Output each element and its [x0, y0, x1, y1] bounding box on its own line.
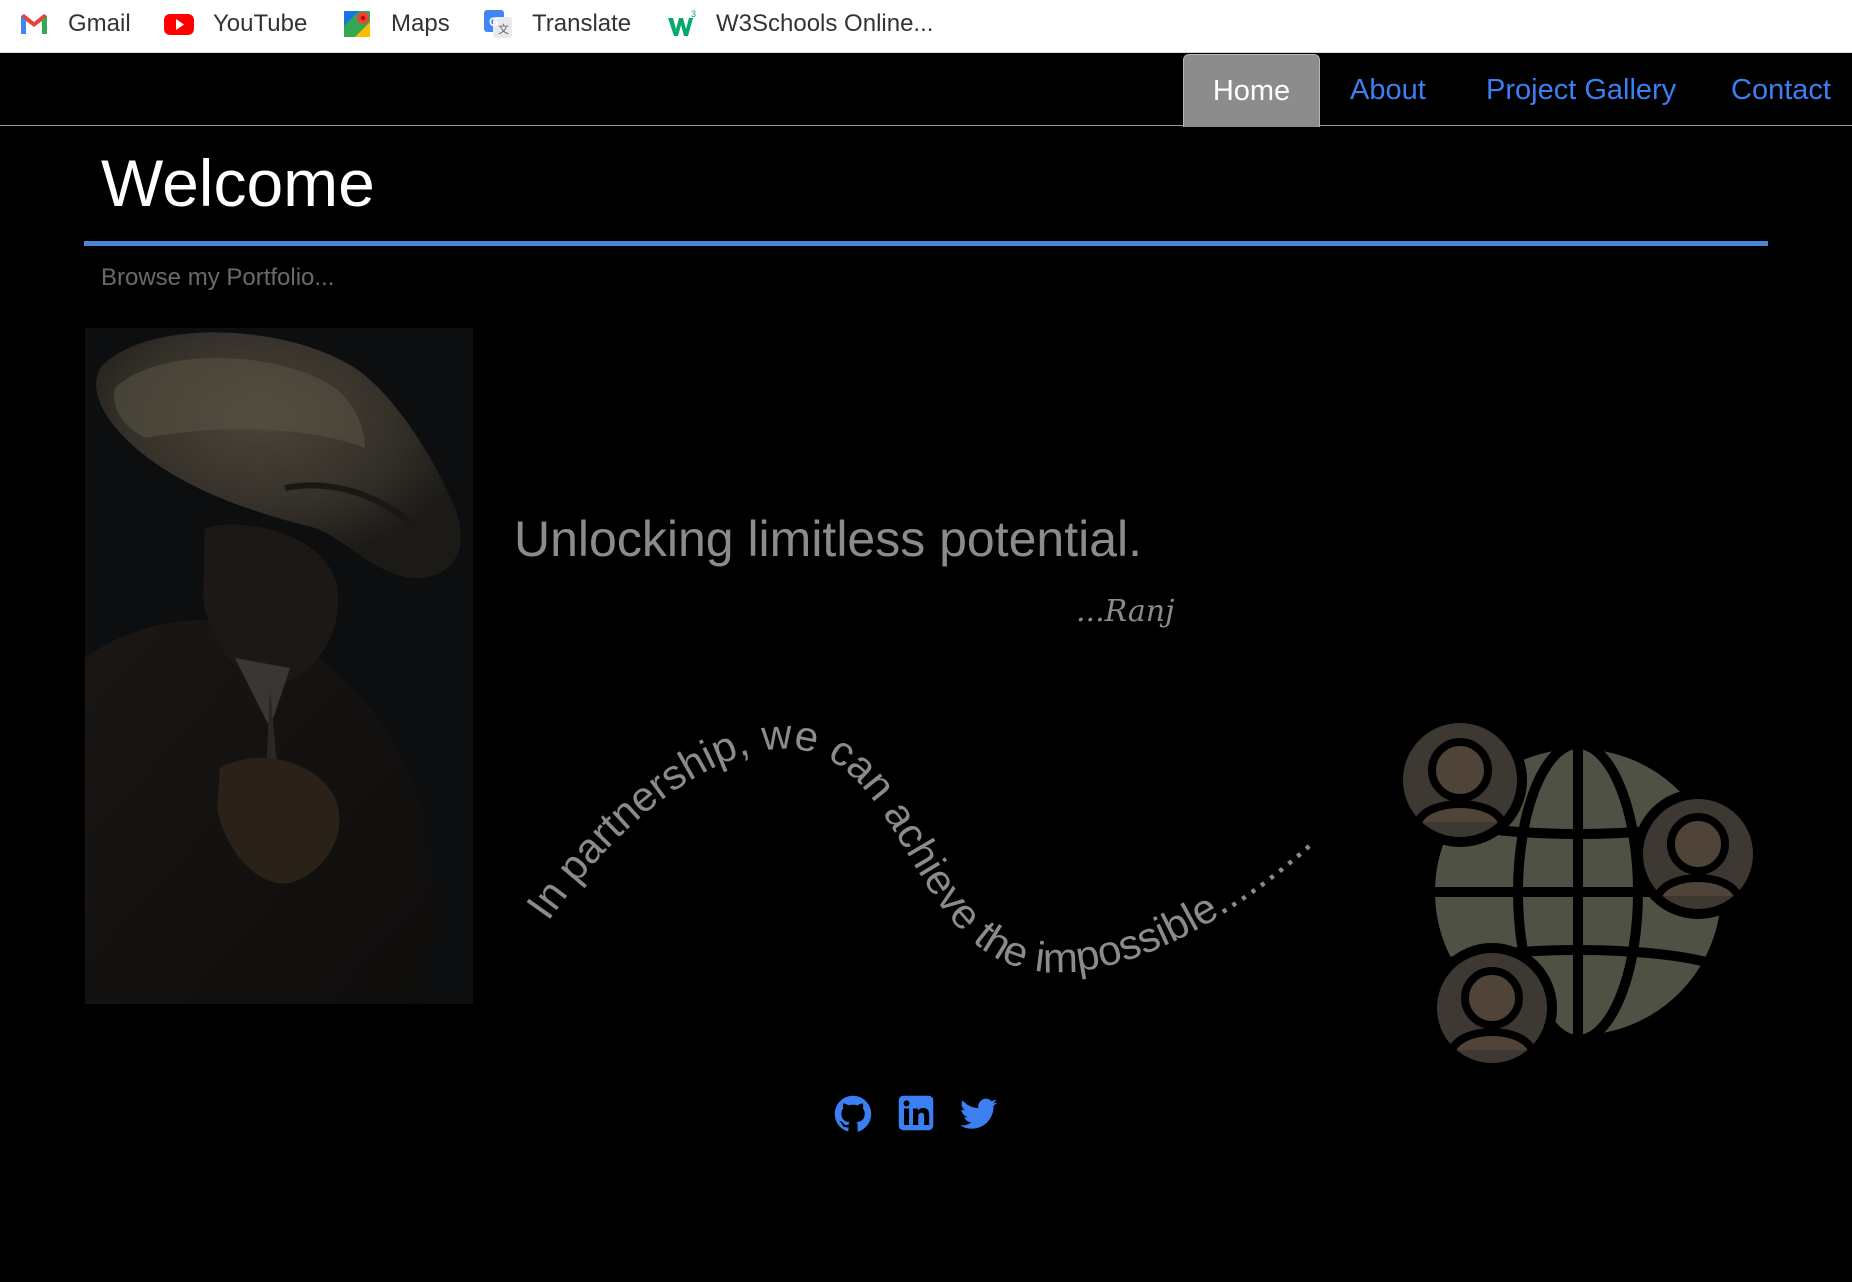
- bookmark-label: W3Schools Online...: [716, 10, 934, 37]
- bookmark-youtube[interactable]: YouTube: [163, 8, 307, 40]
- svg-text:G: G: [489, 15, 498, 29]
- page-title: Welcome: [101, 146, 375, 220]
- svg-text:文: 文: [498, 22, 509, 36]
- twitter-link[interactable]: [960, 1095, 998, 1133]
- bookmark-translate[interactable]: G 文 Translate: [482, 8, 631, 40]
- gmail-icon: [18, 8, 50, 40]
- bookmark-label: YouTube: [213, 10, 308, 37]
- hero-quote: Unlocking limitless potential.: [514, 511, 1143, 567]
- bookmarks-bar: Gmail YouTube Maps G 文 Translate 3 W3Sch…: [0, 0, 1852, 53]
- w3schools-icon: 3: [666, 8, 698, 40]
- svg-text:In partnership, we can achieve: In partnership, we can achieve the impos…: [517, 710, 1320, 982]
- maps-icon: [341, 8, 373, 40]
- translate-icon: G 文: [482, 8, 514, 40]
- bookmark-label: Gmail: [68, 10, 131, 37]
- svg-text:3: 3: [691, 9, 696, 19]
- portrait-image: [85, 328, 473, 1004]
- nav-about[interactable]: About: [1350, 54, 1426, 126]
- nav-project-gallery[interactable]: Project Gallery: [1486, 54, 1676, 126]
- page-subtitle: Browse my Portfolio...: [101, 264, 335, 291]
- nav-contact[interactable]: Contact: [1731, 54, 1831, 126]
- github-icon: [834, 1095, 872, 1132]
- bookmark-label: Translate: [532, 10, 632, 37]
- wave-tagline-text: In partnership, we can achieve the impos…: [517, 710, 1320, 982]
- bookmark-w3schools[interactable]: 3 W3Schools Online...: [666, 8, 933, 40]
- bookmark-gmail[interactable]: Gmail: [18, 8, 131, 40]
- quote-signature: ...Ranj: [1076, 594, 1175, 629]
- bookmark-label: Maps: [391, 10, 450, 37]
- wave-tagline: In partnership, we can achieve the impos…: [517, 710, 1320, 982]
- github-link[interactable]: [834, 1095, 872, 1133]
- global-network-icon: [1393, 714, 1763, 1073]
- title-divider: [84, 241, 1768, 246]
- bookmark-maps[interactable]: Maps: [341, 8, 450, 40]
- linkedin-link[interactable]: [898, 1095, 936, 1133]
- twitter-icon: [960, 1098, 998, 1129]
- linkedin-icon: [898, 1095, 934, 1131]
- youtube-icon: [163, 8, 195, 40]
- navbar: Home About Project Gallery Contact: [0, 54, 1852, 127]
- nav-home[interactable]: Home: [1183, 54, 1320, 127]
